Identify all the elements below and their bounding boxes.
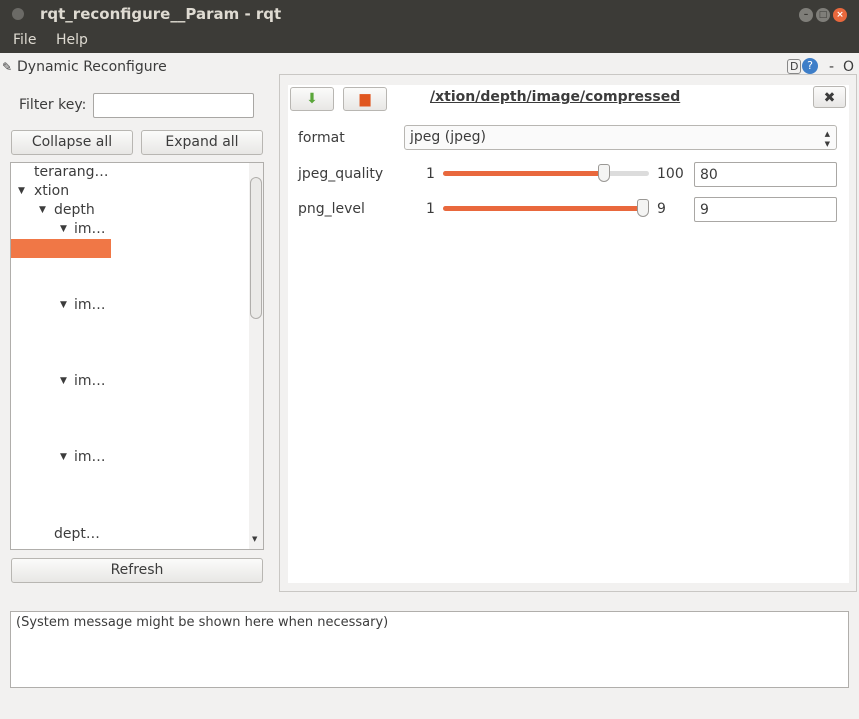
scrollbar-thumb[interactable]: [250, 177, 262, 319]
close-window-button[interactable]: ×: [833, 8, 847, 22]
param-label: png_level: [298, 201, 365, 217]
expand-arrow-icon[interactable]: ▼: [18, 186, 25, 196]
slider-min: 1: [426, 166, 435, 182]
expand-arrow-icon[interactable]: ▼: [39, 205, 46, 215]
tree-item[interactable]: terarang…: [34, 164, 109, 180]
filter-key-label: Filter key:: [19, 97, 87, 113]
menu-file[interactable]: File: [13, 32, 36, 48]
close-icon: ✖: [823, 90, 836, 106]
menu-bar: File Help: [0, 30, 859, 53]
jpeg-quality-slider[interactable]: [443, 164, 649, 182]
tree-item[interactable]: im…: [74, 221, 106, 237]
refresh-button[interactable]: Refresh: [11, 558, 263, 583]
expand-arrow-icon[interactable]: ▼: [60, 376, 67, 386]
folder-icon: ▆: [359, 91, 371, 107]
expand-arrow-icon[interactable]: ▼: [60, 224, 67, 234]
plugin-title: Dynamic Reconfigure: [17, 59, 167, 75]
param-editor: ⬇ ▆ /xtion/depth/image/compressed ✖ form…: [288, 85, 849, 583]
slider-thumb[interactable]: [637, 199, 649, 217]
minimize-window-button[interactable]: –: [799, 8, 813, 22]
menu-help[interactable]: Help: [56, 32, 88, 48]
save-button[interactable]: ⬇: [290, 87, 334, 111]
minimize-plugin-button[interactable]: -: [829, 59, 834, 75]
tree-item[interactable]: im…: [74, 297, 106, 313]
title-bar: – □ × rqt_reconfigure__Param - rqt: [0, 0, 859, 30]
save-icon: ⬇: [306, 91, 318, 107]
expand-arrow-icon[interactable]: ▼: [60, 300, 67, 310]
help-icon[interactable]: ?: [802, 58, 818, 74]
png-level-input[interactable]: 9: [694, 197, 837, 222]
window-title: rqt_reconfigure__Param - rqt: [40, 5, 282, 23]
node-path: /xtion/depth/image/compressed: [430, 89, 681, 105]
node-tree[interactable]: terarang… ▼ xtion ▼ depth ▼ im… ▼ im… ▼ …: [10, 162, 264, 550]
collapse-all-button[interactable]: Collapse all: [11, 130, 133, 155]
scroll-down-icon[interactable]: ▼: [252, 535, 257, 543]
expand-all-button[interactable]: Expand all: [141, 130, 263, 155]
edit-icon: ✎: [2, 60, 13, 74]
d-button[interactable]: D: [787, 59, 802, 74]
tree-item[interactable]: depth: [54, 202, 95, 218]
param-label: jpeg_quality: [298, 166, 384, 182]
format-select[interactable]: jpeg (jpeg) ▲ ▼: [404, 125, 837, 150]
tree-item-selected[interactable]: [11, 239, 111, 258]
close-node-button[interactable]: ✖: [813, 86, 846, 108]
status-message: (System message might be shown here when…: [16, 615, 389, 630]
filter-key-input[interactable]: [93, 93, 254, 118]
expand-arrow-icon[interactable]: ▼: [60, 452, 67, 462]
tree-scrollbar[interactable]: ▼: [249, 163, 263, 549]
tree-item[interactable]: im…: [74, 449, 106, 465]
maximize-window-button[interactable]: □: [816, 8, 830, 22]
param-panel: ⬇ ▆ /xtion/depth/image/compressed ✖ form…: [279, 74, 857, 592]
slider-thumb[interactable]: [598, 164, 611, 182]
tree-item[interactable]: xtion: [34, 183, 69, 199]
spinner-arrows-icon: ▲ ▼: [824, 130, 830, 148]
png-level-slider[interactable]: [443, 199, 649, 217]
jpeg-quality-input[interactable]: 80: [694, 162, 837, 187]
slider-max: 100: [657, 166, 684, 182]
load-button[interactable]: ▆: [343, 87, 387, 111]
slider-min: 1: [426, 201, 435, 217]
slider-max: 9: [657, 201, 666, 217]
format-value: jpeg (jpeg): [410, 129, 486, 145]
param-label: format: [298, 130, 345, 146]
tree-item[interactable]: im…: [74, 373, 106, 389]
status-box: (System message might be shown here when…: [10, 611, 849, 688]
close-plugin-button[interactable]: O: [843, 59, 854, 75]
tree-item[interactable]: dept…: [54, 526, 100, 542]
app-icon: [12, 8, 24, 20]
